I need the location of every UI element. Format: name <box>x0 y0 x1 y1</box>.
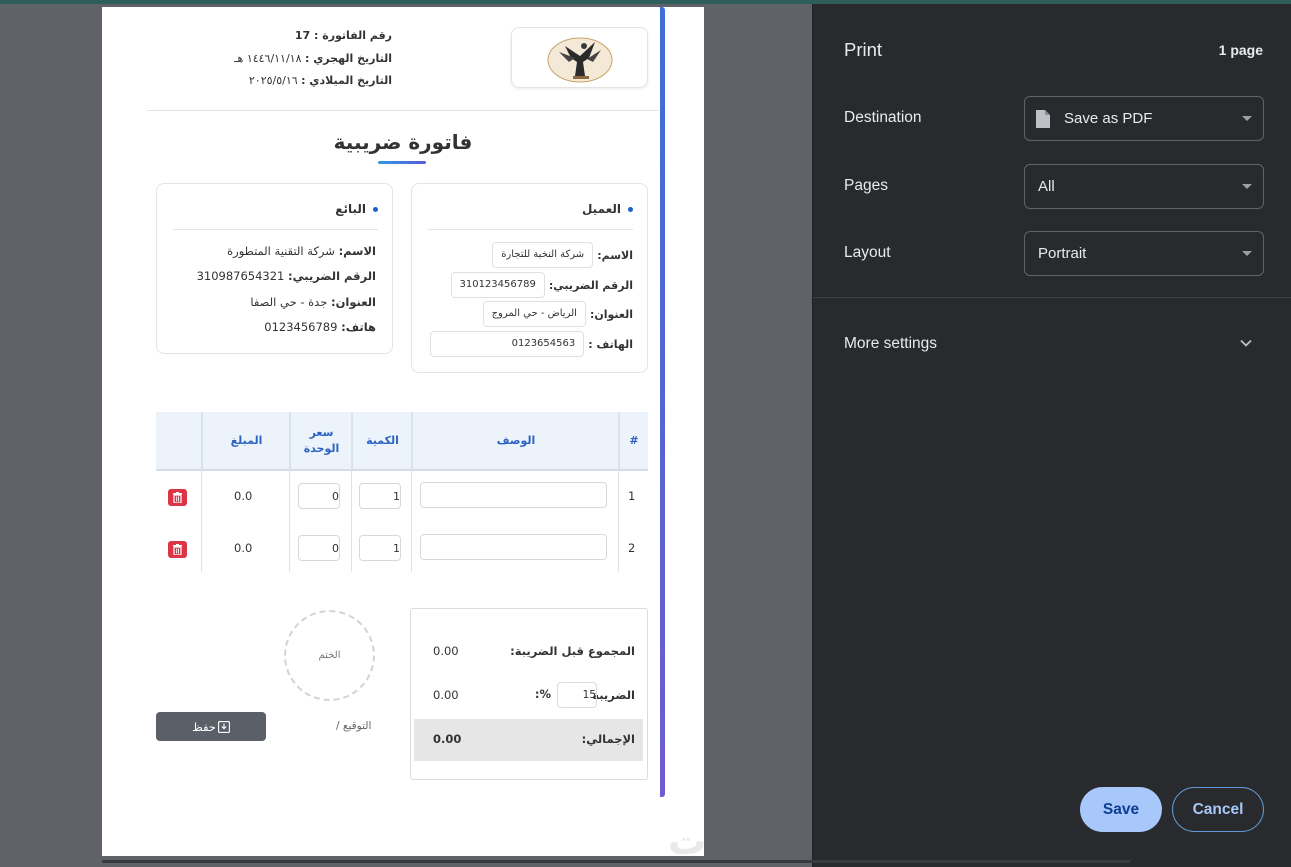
invoice-title: فاتورة ضريبية <box>333 130 473 154</box>
trash-icon <box>173 492 182 503</box>
bullet-dot-icon <box>628 207 633 212</box>
card-divider <box>173 229 378 230</box>
pdf-file-icon <box>1036 109 1050 128</box>
chevron-down-icon[interactable] <box>1239 336 1253 350</box>
eagle-logo-icon <box>547 37 612 82</box>
customer-name-field[interactable]: شركة النخبة للتجارة <box>492 242 594 268</box>
trash-icon <box>173 544 182 555</box>
save-icon <box>217 720 230 733</box>
column-divider <box>618 412 619 572</box>
invoice-header-info: رقم الفاتورة : 17 التاريخ الهجري : ١٤٤٦/… <box>172 25 392 93</box>
tax-rate-input[interactable]: 15 <box>557 682 597 708</box>
grand-total-value: 0.00 <box>433 732 462 746</box>
page-count: 1 page <box>1218 42 1263 58</box>
customer-name-row: الاسم: شركة النخبة للتجارة <box>492 242 633 268</box>
delete-row-button[interactable] <box>168 541 187 558</box>
customer-address-row: العنوان: الرياض - حي المروج <box>482 301 633 327</box>
gregorian-date: التاريخ الميلادي : ٢٠٢٥/٥/١٦ <box>248 74 392 87</box>
layout-select[interactable]: Portrait <box>1024 231 1264 276</box>
company-logo <box>511 27 648 88</box>
stamp-placeholder: الختم <box>284 610 375 701</box>
customer-phone-field[interactable]: 0123654563 <box>430 331 585 357</box>
row-index: 2 <box>628 541 636 555</box>
dialog-title: Print <box>844 39 883 60</box>
print-dialog: Print 1 page Destination Save as PDF Pag… <box>812 4 1291 867</box>
column-header-index: # <box>619 412 648 469</box>
customer-address-field[interactable]: الرياض - حي المروج <box>482 301 586 327</box>
row-index: 1 <box>628 489 636 503</box>
seller-address-row: العنوان: جدة - حي الصفا <box>250 295 376 309</box>
column-header-amount: المبلغ <box>202 412 290 469</box>
grand-total-label: الإجمالي: <box>581 732 635 746</box>
customer-card: العميل الاسم: شركة النخبة للتجارة الرقم … <box>411 183 648 373</box>
customer-tax-field[interactable]: 310123456789 <box>450 272 545 298</box>
preview-page: رقم الفاتورة : 17 التاريخ الهجري : ١٤٤٦/… <box>102 7 704 856</box>
customer-heading: العميل <box>582 202 633 216</box>
pages-select[interactable]: All <box>1024 164 1264 209</box>
description-input[interactable] <box>420 534 607 560</box>
column-header-actions <box>156 412 202 469</box>
description-input[interactable] <box>420 482 607 508</box>
title-underline <box>378 161 426 164</box>
signature-label: التوقيع / <box>336 720 372 732</box>
amount-value: 0.0 <box>234 489 253 503</box>
seller-tax-row: الرقم الضريبي: 310987654321 <box>196 269 376 283</box>
invoice-accent-bar <box>660 7 665 797</box>
more-settings-toggle[interactable]: More settings <box>844 335 937 353</box>
pages-label: Pages <box>844 177 888 194</box>
items-table: # الوصف الكمية سعر الوحدة المبلغ 1 1 0 0… <box>156 412 648 572</box>
unit-price-input[interactable]: 0 <box>298 535 340 561</box>
dropdown-caret-icon <box>1242 251 1252 256</box>
amount-value: 0.0 <box>234 541 253 555</box>
seller-card: البائع الاسم: شركة التقنية المتطورة الرق… <box>156 183 393 354</box>
header-divider <box>147 110 659 111</box>
bullet-dot-icon <box>373 207 378 212</box>
totals-box: المجموع قبل الضريبة: 0.00 الضريبة %: 15 … <box>410 608 648 780</box>
tax-value: 0.00 <box>433 688 459 702</box>
column-header-unit-price: سعر الوحدة <box>290 412 352 469</box>
tax-percent-sign: %: <box>534 687 551 701</box>
customer-tax-row: الرقم الضريبي: 310123456789 <box>450 272 633 298</box>
destination-select[interactable]: Save as PDF <box>1024 96 1264 141</box>
column-divider <box>201 412 202 572</box>
layout-label: Layout <box>844 244 891 261</box>
card-divider <box>428 229 633 230</box>
table-header-divider <box>156 469 648 471</box>
save-button[interactable]: Save <box>1080 787 1162 832</box>
seller-name-row: الاسم: شركة التقنية المتطورة <box>227 244 376 258</box>
dropdown-caret-icon <box>1242 116 1252 121</box>
destination-label: Destination <box>844 109 922 126</box>
invoice-save-button[interactable]: حفظ <box>156 712 266 741</box>
column-header-quantity: الكمية <box>352 412 412 469</box>
watermark: خمسات <box>668 819 704 856</box>
column-divider <box>351 412 352 572</box>
dropdown-caret-icon <box>1242 184 1252 189</box>
column-divider <box>411 412 412 572</box>
subtotal-value: 0.00 <box>433 644 459 658</box>
hijri-date: التاريخ الهجري : ١٤٤٦/١١/١٨ هـ <box>234 51 392 65</box>
tax-label: الضريبة <box>592 688 635 702</box>
invoice-number: رقم الفاتورة : 17 <box>294 29 392 42</box>
subtotal-label: المجموع قبل الضريبة: <box>510 644 635 658</box>
seller-phone-row: هاتف: 0123456789 <box>264 320 376 334</box>
delete-row-button[interactable] <box>168 489 187 506</box>
column-divider <box>289 412 290 572</box>
seller-heading: البائع <box>335 202 378 216</box>
column-header-description: الوصف <box>412 412 619 469</box>
print-preview-area[interactable]: رقم الفاتورة : 17 التاريخ الهجري : ١٤٤٦/… <box>0 4 812 867</box>
cancel-button[interactable]: Cancel <box>1172 787 1264 832</box>
quantity-input[interactable]: 1 <box>359 483 401 509</box>
customer-phone-row: الهاتف : 0123654563 <box>430 331 633 357</box>
preview-scroll-edge <box>102 860 1130 863</box>
settings-divider <box>813 297 1291 298</box>
unit-price-input[interactable]: 0 <box>298 483 340 509</box>
quantity-input[interactable]: 1 <box>359 535 401 561</box>
